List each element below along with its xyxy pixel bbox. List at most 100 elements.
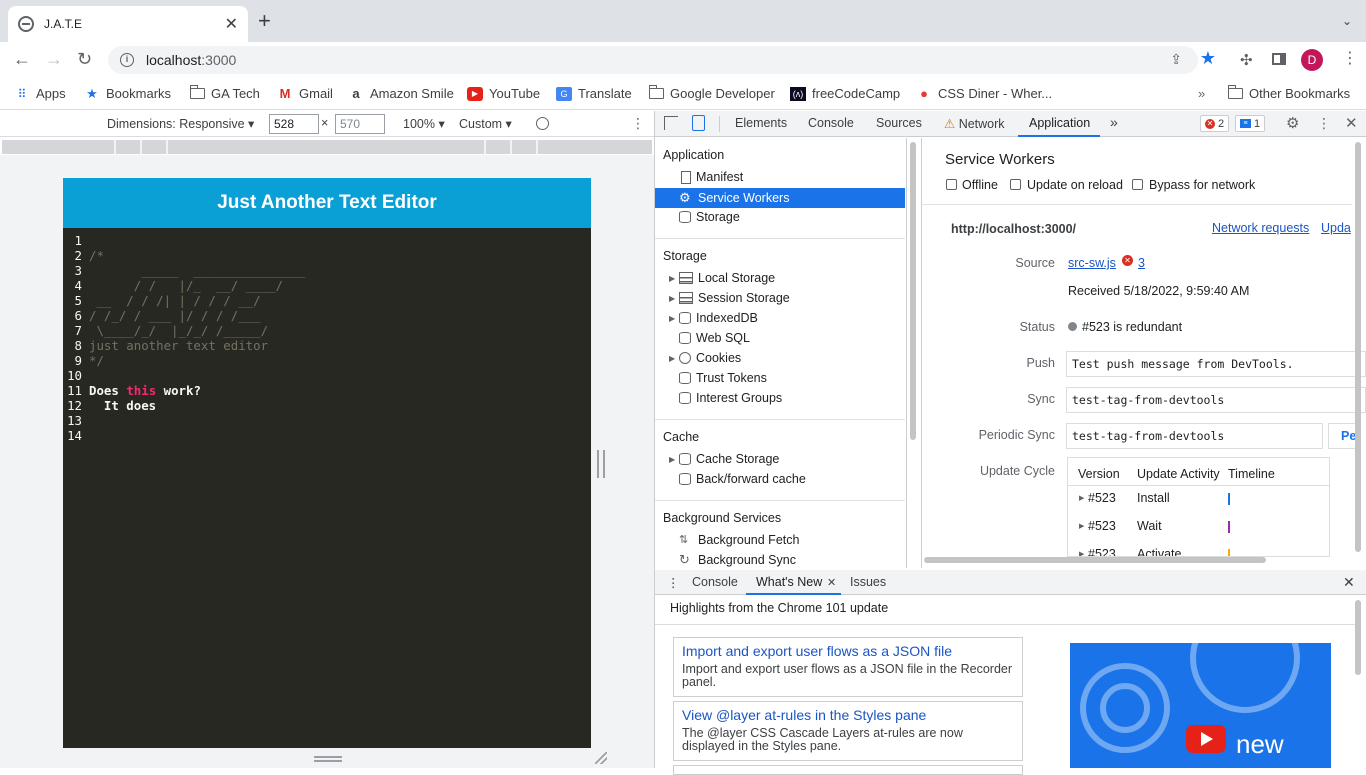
drawer-tab-whats-new[interactable]: What's New	[756, 575, 822, 589]
source-file-link[interactable]: src-sw.js	[1068, 256, 1116, 270]
offline-checkbox[interactable]	[946, 179, 957, 190]
periodic-sync-input[interactable]: test-tag-from-devtools	[1066, 423, 1323, 449]
sidebar-item-trust-tokens[interactable]: Trust Tokens	[655, 368, 905, 388]
viewport-right-resize-handle[interactable]	[597, 450, 605, 478]
width-input[interactable]: 528	[269, 114, 319, 134]
network-requests-link[interactable]: Network requests	[1212, 221, 1309, 235]
sidebar-item-back-forward-cache[interactable]: Back/forward cache	[655, 469, 905, 489]
more-bookmarks-chevron-icon[interactable]: »	[1198, 86, 1205, 101]
errors-badge[interactable]: ✕ 2	[1200, 115, 1230, 132]
media-query-ruler[interactable]	[2, 140, 652, 154]
close-drawer-icon[interactable]: ✕	[1343, 574, 1355, 591]
tab-console[interactable]: Console	[808, 116, 854, 130]
settings-gear-icon[interactable]: ⚙	[1286, 114, 1299, 132]
close-tab-icon[interactable]: ✕	[225, 14, 238, 34]
inspect-element-icon[interactable]	[664, 116, 678, 130]
bookmark-gmail[interactable]: M Gmail	[277, 86, 333, 101]
card-title[interactable]: View @layer at-rules in the Styles pane	[682, 707, 1014, 723]
bookmark-apps[interactable]: ⠿ Apps	[14, 86, 66, 101]
profile-avatar[interactable]: D	[1301, 49, 1323, 71]
update-on-reload-checkbox[interactable]	[1010, 179, 1021, 190]
bypass-network-checkbox[interactable]	[1132, 179, 1143, 190]
sidebar-item-local-storage[interactable]: ▶ Local Storage	[655, 268, 905, 288]
whats-new-card[interactable]: Import and export user flows as a JSON f…	[673, 637, 1023, 697]
source-errors-link[interactable]: 3	[1138, 256, 1145, 270]
reload-button[interactable]: ↻	[77, 49, 92, 69]
table-row[interactable]: ▶ #523 Install	[1067, 486, 1330, 514]
sync-input[interactable]: test-tag-from-devtools	[1066, 387, 1366, 413]
whats-new-video-thumbnail[interactable]: new	[1070, 643, 1331, 768]
table-row[interactable]: ▶ #523 Activate	[1067, 542, 1330, 556]
sidebar-item-cookies[interactable]: ▶ Cookies	[655, 348, 905, 368]
device-toggle-icon[interactable]	[692, 115, 705, 131]
share-icon[interactable]: ⇪	[1170, 51, 1182, 68]
bookmark-youtube[interactable]: ▶ YouTube	[467, 86, 540, 101]
sidebar-item-session-storage[interactable]: ▶ Session Storage	[655, 288, 905, 308]
periodic-sync-button[interactable]: Pe	[1328, 423, 1358, 449]
viewport-corner-resize-handle[interactable]	[595, 752, 607, 764]
drawer-scrollbar[interactable]	[1355, 600, 1361, 675]
expand-triangle-icon[interactable]: ▶	[1079, 522, 1084, 530]
bookmark-other-bookmarks[interactable]: Other Bookmarks	[1227, 85, 1350, 101]
throttle-select[interactable]: Custom ▾	[459, 116, 512, 131]
bookmark-freecodecamp[interactable]: (ʌ) freeCodeCamp	[790, 86, 900, 101]
code-line[interactable]: 7 \____/_/ |_/_/ /_____/	[63, 323, 591, 338]
code-line[interactable]: 9 */	[63, 353, 591, 368]
sidebar-item-interest-groups[interactable]: Interest Groups	[655, 388, 905, 408]
new-tab-button[interactable]: +	[258, 10, 271, 32]
code-line[interactable]: 2 /*	[63, 248, 591, 263]
more-tabs-chevron-icon[interactable]: »	[1110, 114, 1118, 130]
drawer-menu-icon[interactable]: ⋮	[667, 575, 680, 590]
bookmark-bookmarks[interactable]: ★ Bookmarks	[84, 86, 171, 101]
pane-vertical-scrollbar[interactable]	[1355, 142, 1361, 552]
code-editor[interactable]: 1 2/* 3 _____ _______________ 4 / / |/_ __/…	[63, 233, 591, 443]
youtube-play-icon[interactable]	[1186, 725, 1226, 753]
extensions-puzzle-icon[interactable]: ✣	[1240, 51, 1253, 69]
drawer-tab-issues[interactable]: Issues	[850, 575, 886, 589]
tab-sources[interactable]: Sources	[876, 116, 922, 130]
sidebar-item-storage[interactable]: Storage	[655, 207, 905, 227]
code-line[interactable]: 13	[63, 413, 591, 428]
height-input[interactable]: 570	[335, 114, 385, 134]
sidebar-item-background-fetch[interactable]: ⇅ Background Fetch	[655, 530, 905, 550]
update-link[interactable]: Upda	[1321, 221, 1351, 235]
code-line[interactable]: 11 Does this work?	[63, 383, 591, 398]
code-line[interactable]: 12 It does	[63, 398, 591, 413]
push-input[interactable]: Test push message from DevTools.	[1066, 351, 1366, 377]
back-button[interactable]: ←	[13, 49, 31, 69]
code-line[interactable]: 1	[63, 233, 591, 248]
expand-triangle-icon[interactable]: ▶	[1079, 550, 1084, 556]
table-row[interactable]: ▶ #523 Wait	[1067, 514, 1330, 542]
device-toolbar-menu-icon[interactable]: ⋮	[631, 115, 645, 132]
side-panel-icon[interactable]	[1272, 53, 1286, 65]
tab-search-chevron-icon[interactable]: ⌄	[1342, 14, 1352, 28]
chrome-menu-icon[interactable]: ⋮	[1342, 50, 1358, 68]
sidebar-item-manifest[interactable]: Manifest	[655, 167, 905, 187]
whats-new-card[interactable]	[673, 765, 1023, 775]
forward-button[interactable]: →	[45, 49, 63, 69]
tab-network[interactable]: ⚠ Network	[944, 116, 1005, 131]
site-info-icon[interactable]: i	[120, 53, 134, 67]
close-devtools-icon[interactable]: ✕	[1345, 114, 1358, 132]
sidebar-item-service-workers[interactable]: ⚙ Service Workers	[655, 188, 905, 208]
drawer-tab-console[interactable]: Console	[692, 575, 738, 589]
tab-application[interactable]: Application	[1029, 116, 1090, 130]
code-line[interactable]: 10	[63, 368, 591, 383]
rotate-icon[interactable]	[536, 117, 549, 130]
sidebar-item-background-sync[interactable]: ↻ Background Sync	[655, 550, 905, 570]
devtools-menu-icon[interactable]: ⋮	[1317, 115, 1331, 132]
sidebar-item-cache-storage[interactable]: ▶ Cache Storage	[655, 449, 905, 469]
bookmark-star-icon[interactable]: ★	[1200, 48, 1216, 69]
browser-tab[interactable]: J.A.T.E ✕	[8, 6, 248, 42]
bookmark-google-developer[interactable]: Google Developer	[648, 85, 775, 101]
bookmark-ga-tech[interactable]: GA Tech	[189, 85, 260, 101]
code-line[interactable]: 14	[63, 428, 591, 443]
pane-horizontal-scrollbar[interactable]	[924, 557, 1266, 563]
code-line[interactable]: 8 just another text editor	[63, 338, 591, 353]
zoom-select[interactable]: 100% ▾	[403, 116, 445, 131]
card-title[interactable]: Import and export user flows as a JSON f…	[682, 643, 1014, 659]
close-whats-new-icon[interactable]: ✕	[827, 576, 836, 589]
code-line[interactable]: 5 __ / / /| | / / / __/	[63, 293, 591, 308]
messages-badge[interactable]: ≡ 1	[1235, 115, 1266, 132]
sidebar-scrollbar[interactable]	[910, 142, 916, 440]
